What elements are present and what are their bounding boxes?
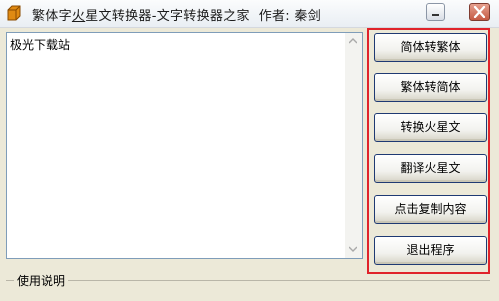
exit-button[interactable]: 退出程序 bbox=[374, 236, 487, 265]
scroll-up-button[interactable] bbox=[345, 33, 362, 50]
minimize-button[interactable] bbox=[426, 3, 445, 21]
app-window: 繁体字火星文转换器-文字转换器之家 作者: 秦剑 极光下载站 简体转繁体 繁体转… bbox=[0, 0, 499, 289]
simplified-to-traditional-button[interactable]: 简体转繁体 bbox=[374, 33, 487, 62]
editor-text: 极光下载站 bbox=[10, 38, 71, 52]
copy-content-button[interactable]: 点击复制内容 bbox=[374, 195, 487, 224]
arrow-up-icon bbox=[349, 38, 357, 44]
text-editor[interactable]: 极光下载站 bbox=[6, 32, 363, 259]
usage-groupbox: 使用说明 bbox=[6, 272, 490, 301]
minimize-icon bbox=[432, 14, 439, 16]
author-name: 秦剑 bbox=[294, 9, 322, 24]
usage-title: 使用说明 bbox=[14, 272, 69, 289]
convert-to-martian-button[interactable]: 转换火星文 bbox=[374, 113, 487, 142]
close-icon bbox=[473, 6, 486, 18]
arrow-down-icon bbox=[349, 246, 357, 252]
action-button-panel: 简体转繁体 繁体转简体 转换火星文 翻译火星文 点击复制内容 退出程序 bbox=[367, 28, 490, 274]
title-bar[interactable]: 繁体字火星文转换器-文字转换器之家 作者: 秦剑 bbox=[0, 0, 499, 28]
title-part: 星文转换器-文字转换器之家 bbox=[85, 9, 250, 24]
vertical-scrollbar[interactable] bbox=[345, 33, 362, 258]
author-label: 作者: bbox=[258, 9, 290, 24]
window-title: 繁体字火星文转换器-文字转换器之家 作者: 秦剑 bbox=[32, 5, 321, 24]
title-part: 繁体字 bbox=[32, 9, 72, 24]
close-button[interactable] bbox=[469, 3, 490, 21]
app-icon bbox=[5, 4, 23, 22]
traditional-to-simplified-button[interactable]: 繁体转简体 bbox=[374, 73, 487, 102]
scroll-down-button[interactable] bbox=[345, 241, 362, 258]
title-part: 火 bbox=[71, 9, 86, 24]
translate-martian-button[interactable]: 翻译火星文 bbox=[374, 154, 487, 183]
